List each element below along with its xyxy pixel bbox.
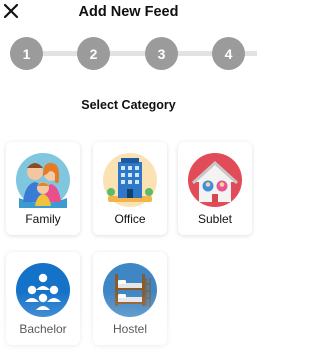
page-title: Add New Feed (78, 4, 179, 20)
bachelor-group-icon (15, 262, 71, 318)
category-label: Hostel (112, 322, 147, 336)
category-label: Bachelor (19, 322, 67, 336)
category-card-bachelor[interactable]: Bachelor (6, 252, 80, 345)
category-card-hostel[interactable]: Hostel (93, 252, 167, 345)
app-header: Add New Feed (0, 0, 257, 28)
sublet-house-icon (187, 152, 243, 208)
category-card-family[interactable]: Family (6, 142, 80, 235)
step-2[interactable]: 2 (77, 37, 110, 70)
family-icon (15, 152, 71, 208)
category-label: Family (25, 212, 61, 226)
category-card-sublet[interactable]: Sublet (178, 142, 252, 235)
step-4[interactable]: 4 (212, 37, 245, 70)
progress-stepper: 1 2 3 4 (0, 34, 257, 74)
step-1[interactable]: 1 (10, 37, 43, 70)
office-building-icon (102, 152, 158, 208)
category-label: Sublet (197, 212, 233, 226)
step-3[interactable]: 3 (145, 37, 178, 70)
section-title: Select Category (81, 98, 176, 112)
category-card-office[interactable]: Office (93, 142, 167, 235)
hostel-bunk-bed-icon (102, 262, 158, 318)
category-label: Office (114, 212, 146, 226)
